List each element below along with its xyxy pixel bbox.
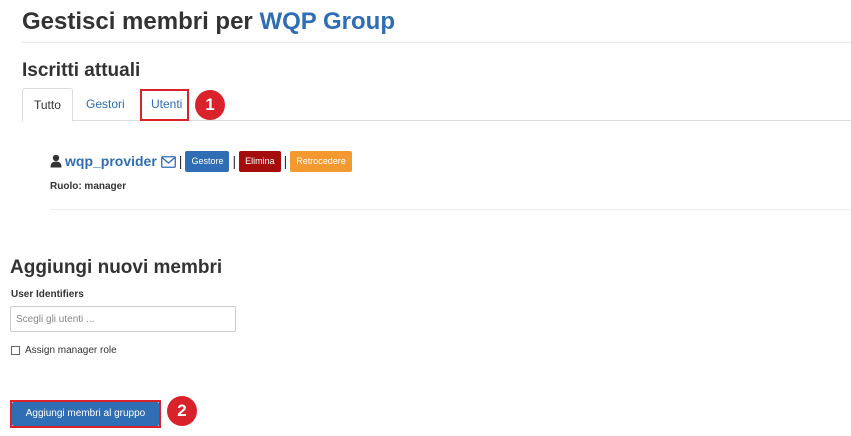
member-role: Ruolo: manager (50, 181, 127, 192)
assign-manager-checkbox[interactable] (11, 346, 20, 355)
member-row: wqp_provider | Gestore | Elimina | Retro… (50, 150, 352, 172)
callout-highlight-utenti (140, 89, 189, 121)
title-divider (22, 42, 851, 43)
page-title-prefix: Gestisci membri per (22, 8, 253, 35)
tab-tutto[interactable]: Tutto (22, 88, 73, 122)
manager-button[interactable]: Gestore (185, 150, 230, 172)
separator: | (283, 153, 288, 169)
group-name-link[interactable]: WQP Group (259, 8, 395, 35)
current-members-title: Iscritti attuali (22, 60, 141, 81)
member-divider (50, 209, 851, 210)
remove-button[interactable]: Elimina (239, 150, 281, 172)
separator: | (178, 153, 183, 169)
separator: | (232, 153, 237, 169)
member-username-link[interactable]: wqp_provider (65, 153, 157, 169)
demote-button[interactable]: Retrocedere (290, 150, 352, 172)
callout-highlight-submit (10, 400, 161, 428)
tab-gestori[interactable]: Gestori (75, 88, 136, 121)
user-identifiers-label: User Identifiers (11, 289, 84, 300)
page-title: Gestisci membri per WQP Group (22, 6, 395, 38)
callout-badge-1: 1 (195, 90, 225, 120)
user-identifiers-input[interactable] (10, 306, 236, 332)
envelope-icon[interactable] (160, 155, 176, 168)
callout-badge-2: 2 (167, 396, 197, 426)
user-icon (50, 154, 62, 168)
assign-manager-row: Assign manager role (10, 345, 117, 356)
add-members-title: Aggiungi nuovi membri (10, 257, 223, 278)
assign-manager-label[interactable]: Assign manager role (25, 345, 117, 356)
